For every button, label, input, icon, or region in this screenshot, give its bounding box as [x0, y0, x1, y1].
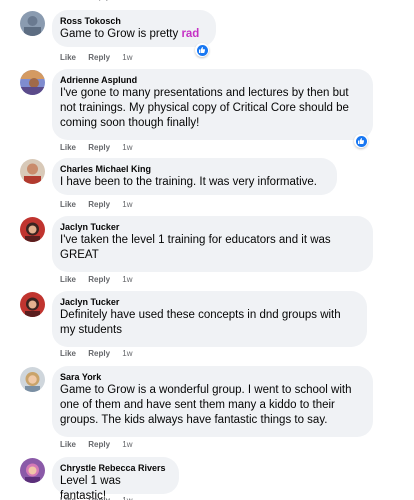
- reply-button[interactable]: Reply: [88, 143, 110, 152]
- comment-timestamp: 1w: [122, 440, 133, 449]
- like-button[interactable]: Like: [60, 200, 76, 209]
- reply-button[interactable]: Reply: [88, 200, 110, 209]
- avatar[interactable]: [20, 292, 45, 317]
- comments-feed: Like Reply 1w Ross Tokosch Game to Grow …: [0, 0, 414, 500]
- comment-actions: Like Reply 1w: [60, 0, 133, 1]
- comment-text: Game to Grow is pretty rad: [60, 27, 204, 42]
- reply-button[interactable]: Reply: [88, 440, 110, 449]
- reply-button[interactable]: Reply: [88, 275, 110, 284]
- comment-actions: Like Reply 1w: [60, 496, 133, 500]
- like-reaction-icon[interactable]: [195, 43, 209, 57]
- comment-timestamp: 1w: [122, 53, 133, 62]
- comment-text: Game to Grow is a wonderful group. I wen…: [60, 384, 352, 426]
- comment-author[interactable]: Adrienne Asplund: [60, 74, 361, 86]
- comment-text: I have been to the training. It was very…: [60, 176, 317, 188]
- comment-actions: Like Reply 1w: [60, 200, 133, 209]
- comment-text: Definitely have used these concepts in d…: [60, 309, 341, 336]
- comment-author[interactable]: Ross Tokosch: [60, 15, 204, 27]
- comment-text: I've gone to many presentations and lect…: [60, 87, 349, 129]
- avatar[interactable]: [20, 70, 45, 95]
- comment-actions: Like Reply 1w: [60, 440, 133, 449]
- comment-actions: Like Reply 1w: [60, 275, 133, 284]
- comment-timestamp: 1w: [122, 0, 132, 1]
- avatar[interactable]: [20, 11, 45, 36]
- like-button[interactable]: Like: [60, 143, 76, 152]
- comment-bubble: Charles Michael King I have been to the …: [52, 158, 337, 195]
- comment-author[interactable]: Sara York: [60, 371, 361, 383]
- comment-timestamp: 1w: [122, 496, 132, 500]
- comment-timestamp: 1w: [122, 200, 133, 209]
- avatar[interactable]: [20, 367, 45, 392]
- like-button[interactable]: Like: [60, 440, 76, 449]
- reply-button[interactable]: Reply: [88, 349, 110, 358]
- avatar[interactable]: [20, 458, 45, 483]
- comment-author[interactable]: Chrystle Rebecca Rivers: [60, 462, 167, 474]
- comment-bubble: Jaclyn Tucker Definitely have used these…: [52, 291, 367, 347]
- comment-author[interactable]: Charles Michael King: [60, 163, 325, 175]
- comment-actions: Like Reply 1w: [60, 53, 133, 62]
- reply-button[interactable]: Reply: [88, 496, 110, 500]
- like-button[interactable]: Like: [60, 53, 76, 62]
- avatar[interactable]: [20, 217, 45, 242]
- comment-bubble: Chrystle Rebecca Rivers Level 1 was fant…: [52, 457, 179, 500]
- comment-author[interactable]: Jaclyn Tucker: [60, 221, 361, 233]
- comment-text-main: Game to Grow is pretty: [60, 28, 179, 40]
- comment-author[interactable]: Jaclyn Tucker: [60, 296, 355, 308]
- like-button[interactable]: Like: [60, 0, 76, 1]
- like-button[interactable]: Like: [60, 496, 76, 500]
- comment-actions: Like Reply 1w: [60, 143, 133, 152]
- reply-button[interactable]: Reply: [88, 53, 110, 62]
- comment-timestamp: 1w: [122, 143, 133, 152]
- like-reaction-icon[interactable]: [354, 134, 368, 148]
- comment-bubble: Jaclyn Tucker I've taken the level 1 tra…: [52, 216, 373, 272]
- avatar[interactable]: [20, 159, 45, 184]
- reply-button[interactable]: Reply: [88, 0, 110, 1]
- like-button[interactable]: Like: [60, 349, 76, 358]
- comment-timestamp: 1w: [122, 275, 133, 284]
- comment-bubble: Sara York Game to Grow is a wonderful gr…: [52, 366, 373, 437]
- comment-timestamp: 1w: [122, 349, 133, 358]
- highlighted-word: rad: [181, 28, 200, 40]
- comment-bubble: Adrienne Asplund I've gone to many prese…: [52, 69, 373, 140]
- like-button[interactable]: Like: [60, 275, 76, 284]
- comment-bubble: Ross Tokosch Game to Grow is pretty rad: [52, 10, 216, 47]
- comment-text: I've taken the level 1 training for educ…: [60, 234, 331, 261]
- comment-actions: Like Reply 1w: [60, 349, 133, 358]
